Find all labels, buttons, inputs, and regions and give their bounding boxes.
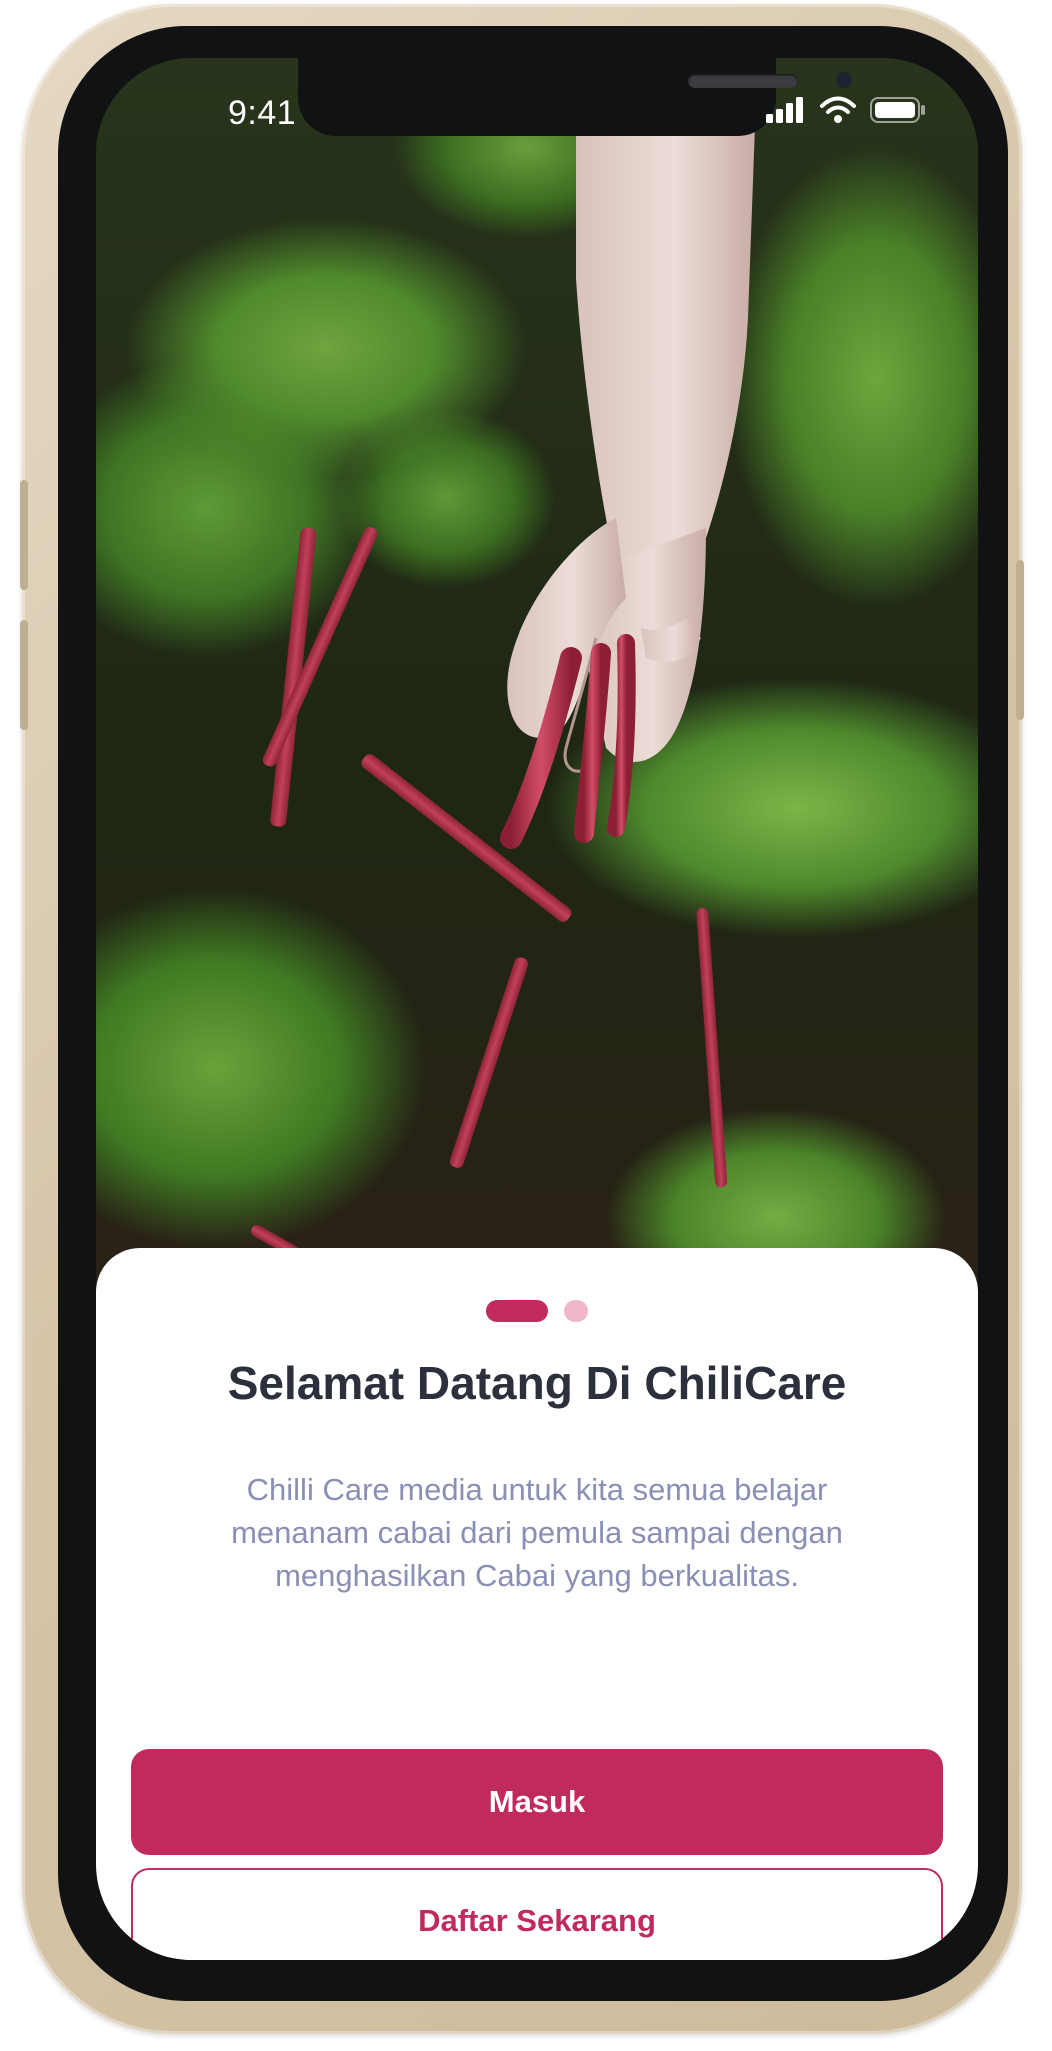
status-bar-time: 9:41 xyxy=(228,94,297,132)
welcome-title: Selamat Datang Di ChiliCare xyxy=(227,1357,847,1409)
wifi-icon xyxy=(820,96,856,123)
status-bar-icons xyxy=(766,96,926,124)
power-button xyxy=(1016,560,1024,720)
device-notch xyxy=(298,58,852,136)
register-button[interactable]: Daftar Sekarang xyxy=(131,1868,943,1960)
page-indicator-dot-active[interactable] xyxy=(486,1300,548,1322)
page-indicator-dot[interactable] xyxy=(564,1300,588,1322)
earpiece-speaker xyxy=(688,74,798,88)
hand-harvesting-stalks xyxy=(500,98,756,849)
volume-button xyxy=(20,480,28,590)
volume-button xyxy=(20,620,28,730)
phone-mockup: 9:41 Selamat Datang Di ChiliCare Chilli … xyxy=(0,0,1052,2051)
onboarding-card: Selamat Datang Di ChiliCare Chilli Care … xyxy=(96,1248,978,1960)
front-camera xyxy=(836,72,852,88)
plant-stalk xyxy=(696,907,728,1188)
plant-stalk xyxy=(359,751,574,925)
hero-image-garden xyxy=(96,58,978,1298)
cellular-signal-icon xyxy=(766,97,803,123)
page-indicator xyxy=(96,1300,978,1322)
welcome-description: Chilli Care media untuk kita semua belaj… xyxy=(231,1472,843,1593)
battery-icon xyxy=(870,97,925,123)
app-screen: 9:41 Selamat Datang Di ChiliCare Chilli … xyxy=(96,58,978,1960)
login-button[interactable]: Masuk xyxy=(131,1749,943,1855)
plant-stalk xyxy=(260,525,380,769)
plant-stalk xyxy=(448,955,530,1170)
